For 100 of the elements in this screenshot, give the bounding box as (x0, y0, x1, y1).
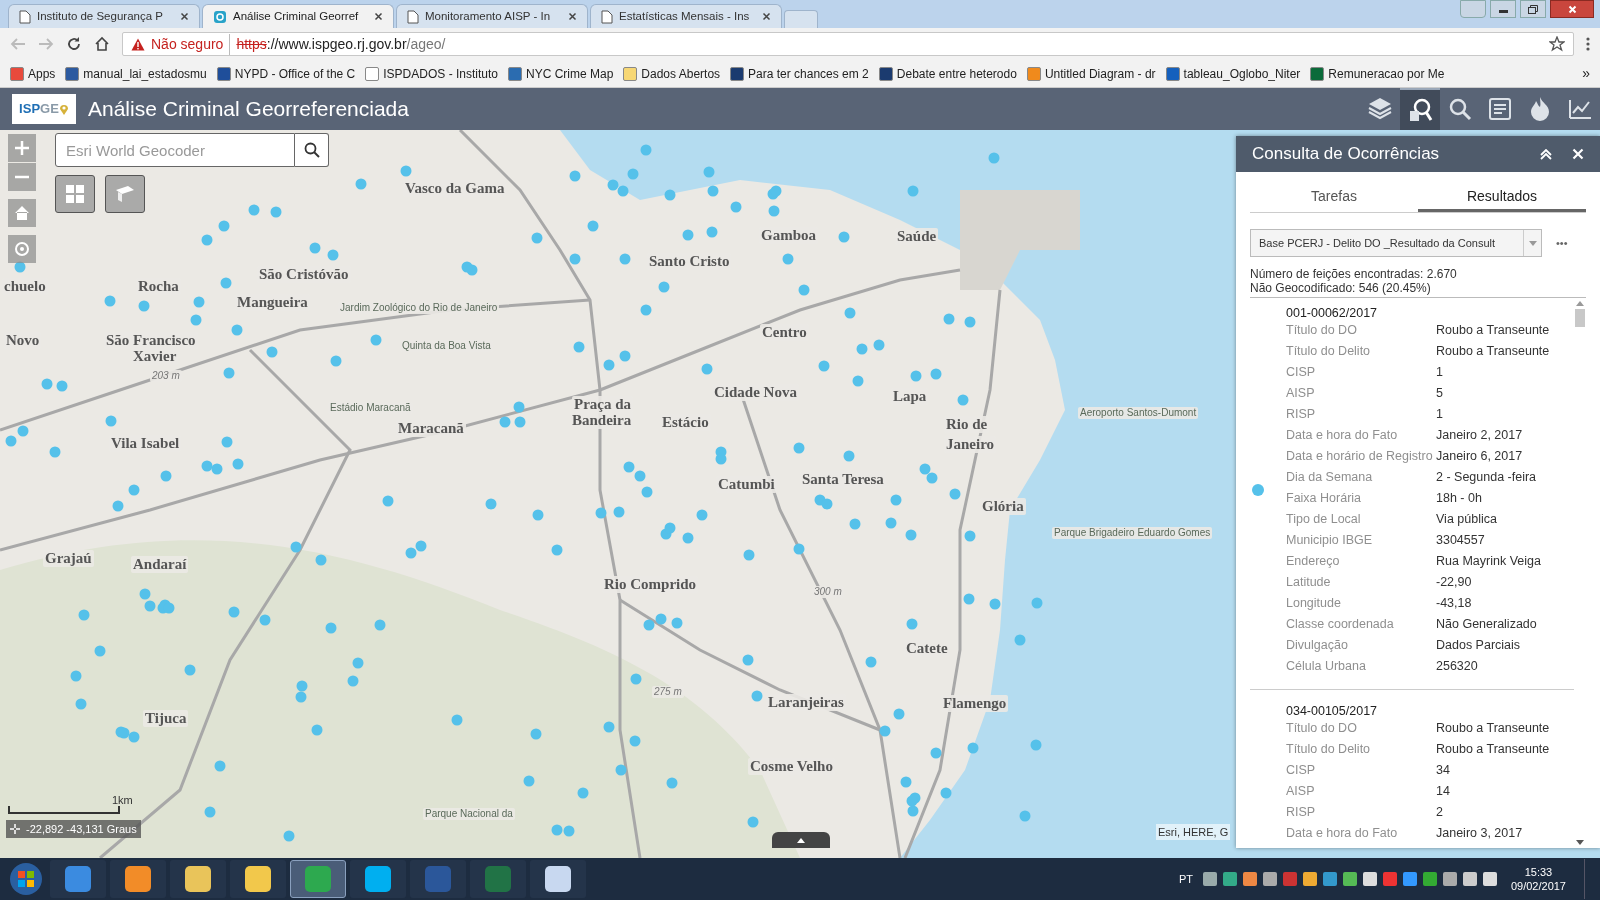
incident-point[interactable] (900, 776, 912, 788)
incident-point[interactable] (905, 529, 917, 541)
incident-point[interactable] (671, 617, 683, 629)
collapse-icon[interactable] (1540, 148, 1552, 160)
incident-point[interactable] (906, 795, 918, 807)
address-field[interactable]: Não seguro https://www.ispgeo.rj.gov.br/ageo/ (122, 32, 1574, 56)
bookmark[interactable]: Apps (10, 64, 56, 83)
incident-point[interactable] (1014, 634, 1026, 646)
incident-point[interactable] (311, 724, 323, 736)
incident-point[interactable] (964, 530, 976, 542)
incident-point[interactable] (138, 300, 150, 312)
bookmark[interactable]: Remuneracao por Me (1310, 64, 1445, 83)
incident-point[interactable] (664, 189, 676, 201)
incident-point[interactable] (963, 593, 975, 605)
incident-point[interactable] (201, 234, 213, 246)
browser-tab[interactable]: Análise Criminal Georref (202, 4, 394, 28)
incident-point[interactable] (75, 698, 87, 710)
incident-point[interactable] (907, 805, 919, 817)
incident-point[interactable] (607, 179, 619, 191)
incident-point[interactable] (706, 226, 718, 238)
incident-point[interactable] (221, 436, 233, 448)
close-icon[interactable] (180, 12, 189, 21)
incident-point[interactable] (485, 498, 497, 510)
expand-tab[interactable] (772, 832, 830, 848)
incident-point[interactable] (551, 544, 563, 556)
incident-point[interactable] (641, 486, 653, 498)
incident-point[interactable] (514, 416, 526, 428)
incident-point[interactable] (309, 242, 321, 254)
incident-point[interactable] (370, 334, 382, 346)
incident-point[interactable] (603, 721, 615, 733)
incident-point[interactable] (643, 619, 655, 631)
browser-tab[interactable]: Estatísticas Mensais - Ins (590, 4, 782, 28)
incident-point[interactable] (530, 728, 542, 740)
close-icon[interactable] (568, 12, 577, 21)
incident-point[interactable] (56, 380, 68, 392)
incident-point[interactable] (613, 506, 625, 518)
incident-point[interactable] (218, 220, 230, 232)
incident-point[interactable] (5, 435, 17, 447)
incident-point[interactable] (115, 726, 127, 738)
incident-point[interactable] (563, 825, 575, 837)
incident-point[interactable] (352, 657, 364, 669)
incident-point[interactable] (715, 453, 727, 465)
home-icon[interactable] (94, 36, 110, 52)
incident-point[interactable] (890, 494, 902, 506)
panel-tab[interactable]: Tarefas (1250, 180, 1418, 212)
incident-point[interactable] (730, 201, 742, 213)
new-tab-button[interactable] (784, 10, 818, 28)
bookmark[interactable]: manual_lai_estadosmu (65, 64, 207, 83)
incident-point[interactable] (838, 231, 850, 243)
incident-point[interactable] (615, 764, 627, 776)
bookmark[interactable]: Para ter chances em 2 (730, 64, 869, 83)
incident-point[interactable] (629, 735, 641, 747)
incident-point[interactable] (144, 600, 156, 612)
tray-icon[interactable] (1322, 872, 1337, 886)
incident-point[interactable] (94, 645, 106, 657)
incident-point[interactable] (655, 613, 667, 625)
incident-point[interactable] (865, 656, 877, 668)
incident-point[interactable] (283, 830, 295, 842)
incident-point[interactable] (1019, 810, 1031, 822)
star-icon[interactable] (1549, 36, 1565, 52)
incident-point[interactable] (577, 787, 589, 799)
clock-time[interactable]: 15:33 (1524, 865, 1553, 879)
incident-point[interactable] (214, 760, 226, 772)
incident-point[interactable] (910, 370, 922, 382)
incident-point[interactable] (128, 731, 140, 743)
incident-point[interactable] (569, 253, 581, 265)
tool-button[interactable] (1400, 88, 1440, 130)
bookmark[interactable]: NYPD - Office of the C (216, 64, 356, 83)
incident-point[interactable] (49, 446, 61, 458)
incident-point[interactable] (551, 824, 563, 836)
incident-point[interactable] (296, 680, 308, 692)
taskbar-app[interactable] (50, 860, 106, 898)
incident-point[interactable] (190, 314, 202, 326)
incident-point[interactable] (595, 507, 607, 519)
incident-point[interactable] (879, 725, 891, 737)
incident-point[interactable] (184, 664, 196, 676)
incident-point[interactable] (743, 549, 755, 561)
incident-point[interactable] (104, 295, 116, 307)
close-icon[interactable] (762, 12, 771, 21)
incident-point[interactable] (374, 619, 386, 631)
incident-point[interactable] (666, 777, 678, 789)
measure-button[interactable] (105, 175, 145, 213)
zoom-in-button[interactable] (8, 134, 36, 162)
tray-icon[interactable] (1242, 872, 1257, 886)
incident-point[interactable] (943, 313, 955, 325)
tray-icon[interactable] (1462, 872, 1477, 886)
search-field[interactable]: Esri World Geocoder (55, 133, 295, 167)
incident-point[interactable] (513, 401, 525, 413)
scroll-thumb[interactable] (1575, 309, 1585, 327)
incident-point[interactable] (930, 368, 942, 380)
home-button[interactable] (8, 199, 36, 227)
tray-icon[interactable] (1362, 872, 1377, 886)
incident-point[interactable] (259, 614, 271, 626)
incident-point[interactable] (223, 367, 235, 379)
incident-point[interactable] (926, 472, 938, 484)
tray-icon[interactable] (1302, 872, 1317, 886)
reload-icon[interactable] (66, 36, 82, 52)
incident-point[interactable] (327, 249, 339, 261)
incident-point[interactable] (818, 360, 830, 372)
incident-point[interactable] (270, 206, 282, 218)
